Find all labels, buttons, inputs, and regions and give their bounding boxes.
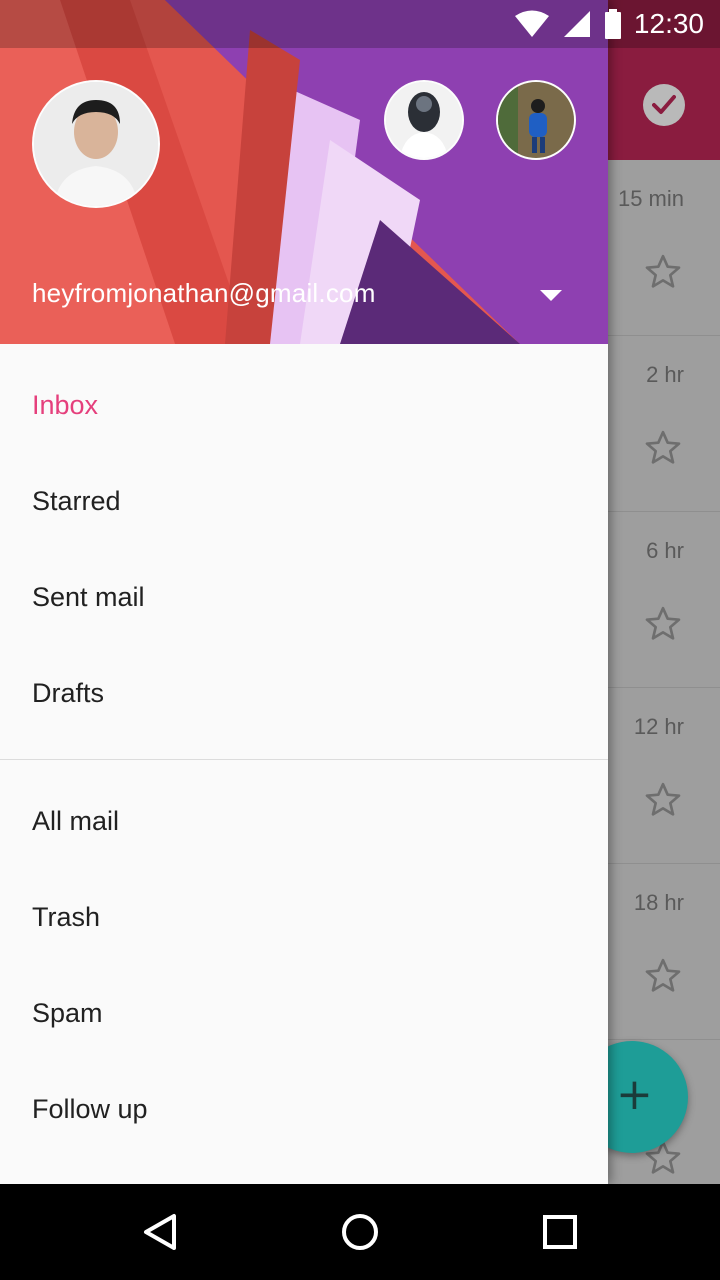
account-dropdown-icon[interactable]	[540, 290, 562, 301]
battery-icon	[604, 9, 621, 39]
nav-item-follow-up[interactable]: Follow up	[0, 1062, 608, 1158]
nav-item-inbox[interactable]: Inbox	[0, 358, 608, 454]
timestamp: 2 hr	[646, 362, 684, 387]
nav-item-drafts[interactable]: Drafts	[0, 646, 608, 742]
wifi-icon	[514, 10, 549, 37]
list-item[interactable]: 2 hr	[608, 336, 720, 512]
nav-item-label: Inbox	[32, 390, 99, 420]
account-email: heyfromjonathan@gmail.com	[32, 278, 376, 308]
list-item[interactable]: 18 hr	[608, 864, 720, 1040]
star-icon[interactable]	[643, 780, 683, 820]
nav-item-label: Starred	[32, 486, 121, 516]
nav-item-spam[interactable]: Spam	[0, 966, 608, 1062]
navigation-drawer: heyfromjonathan@gmail.com Inbox Starred …	[0, 0, 608, 1184]
recents-icon[interactable]	[536, 1208, 584, 1256]
nav-item-label: Follow up	[32, 1094, 148, 1124]
plus-icon: +	[616, 1069, 653, 1120]
nav-item-label: All mail	[32, 806, 120, 836]
nav-divider	[0, 759, 608, 760]
timestamp: 18 hr	[633, 890, 684, 915]
nav-item-trash[interactable]: Trash	[0, 870, 608, 966]
account-avatar[interactable]	[32, 80, 160, 208]
nav-item-label: Drafts	[32, 678, 105, 708]
nav-item-label: Spam	[32, 998, 103, 1028]
status-bar: 12:30	[0, 0, 720, 48]
back-icon[interactable]	[136, 1208, 184, 1256]
timestamp: 12 hr	[633, 714, 684, 739]
star-icon[interactable]	[643, 956, 683, 996]
nav-item-sent-mail[interactable]: Sent mail	[0, 550, 608, 646]
secondary-account-avatar[interactable]	[496, 80, 576, 160]
list-item[interactable]: 6 hr	[608, 512, 720, 688]
secondary-account-avatar[interactable]	[384, 80, 464, 160]
list-item[interactable]: 15 min	[608, 160, 720, 336]
system-navigation-bar	[0, 1184, 720, 1280]
home-icon[interactable]	[336, 1208, 384, 1256]
check-icon[interactable]	[643, 84, 685, 126]
star-icon[interactable]	[643, 428, 683, 468]
nav-item-all-mail[interactable]: All mail	[0, 774, 608, 870]
nav-item-label: Trash	[32, 902, 101, 932]
star-icon[interactable]	[643, 252, 683, 292]
nav-item-starred[interactable]: Starred	[0, 454, 608, 550]
timestamp: 15 min	[617, 186, 684, 211]
status-time: 12:30	[633, 8, 704, 39]
cell-signal-icon	[563, 11, 590, 37]
timestamp: 6 hr	[646, 538, 684, 563]
star-icon[interactable]	[643, 604, 683, 644]
list-item[interactable]: 12 hr	[608, 688, 720, 864]
nav-item-label: Sent mail	[32, 582, 145, 612]
drawer-header: heyfromjonathan@gmail.com	[0, 0, 608, 344]
